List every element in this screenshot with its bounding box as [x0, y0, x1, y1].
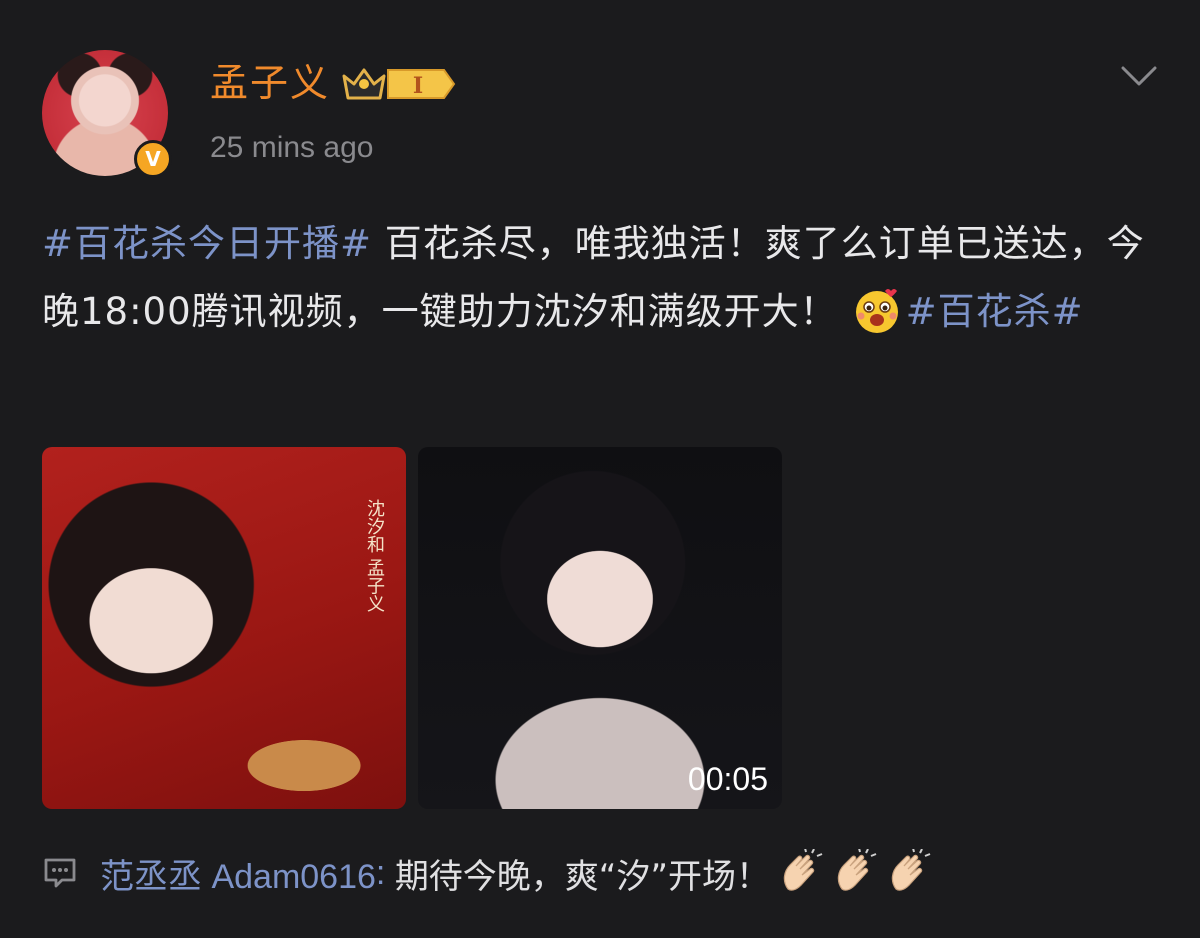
chevron-down-icon[interactable] [1120, 64, 1158, 88]
poster-caption: 沈汐和 孟子义 [364, 499, 385, 613]
video-duration: 00:05 [687, 761, 768, 797]
clapping-hands-emoji-icon [837, 849, 877, 891]
member-crown-badge-icon[interactable]: I [340, 62, 458, 106]
comment-separator: : [375, 853, 395, 892]
excited-face-emoji-icon [855, 288, 898, 333]
clapping-hands-emoji-icon [783, 849, 823, 891]
post-video[interactable]: 00:05 [418, 447, 782, 809]
hashtag-link[interactable]: #百花杀今日开播# [42, 222, 372, 265]
post-image[interactable]: 沈汐和 孟子义 [42, 447, 406, 809]
comment-text: 期待今晚，爽“汐”开场！ [394, 856, 771, 897]
author-avatar[interactable]: V [42, 50, 172, 178]
member-level: I [413, 73, 423, 99]
post-content: #百花杀今日开播# 百花杀尽，唯我独活！爽了么订单已送达，今晚18:00腾讯视频… [42, 210, 1162, 346]
author-name[interactable]: 孟子义 [210, 60, 330, 106]
hashtag-link[interactable]: #百花杀# [906, 290, 1084, 333]
comment-preview[interactable]: 范丞丞 Adam0616 : 期待今晚，爽“汐”开场！ [42, 846, 932, 900]
commenter-name[interactable]: 范丞丞 Adam0616 [100, 849, 376, 898]
verified-badge-icon: V [134, 140, 172, 178]
post-timestamp: 25 mins ago [210, 131, 374, 164]
weibo-post: V 孟子义 I 25 mins ago #百花杀今日开播# 百花杀尽，唯我独活！… [0, 0, 1200, 938]
clapping-hands-emoji-icon [891, 849, 931, 891]
comment-icon [44, 858, 76, 888]
